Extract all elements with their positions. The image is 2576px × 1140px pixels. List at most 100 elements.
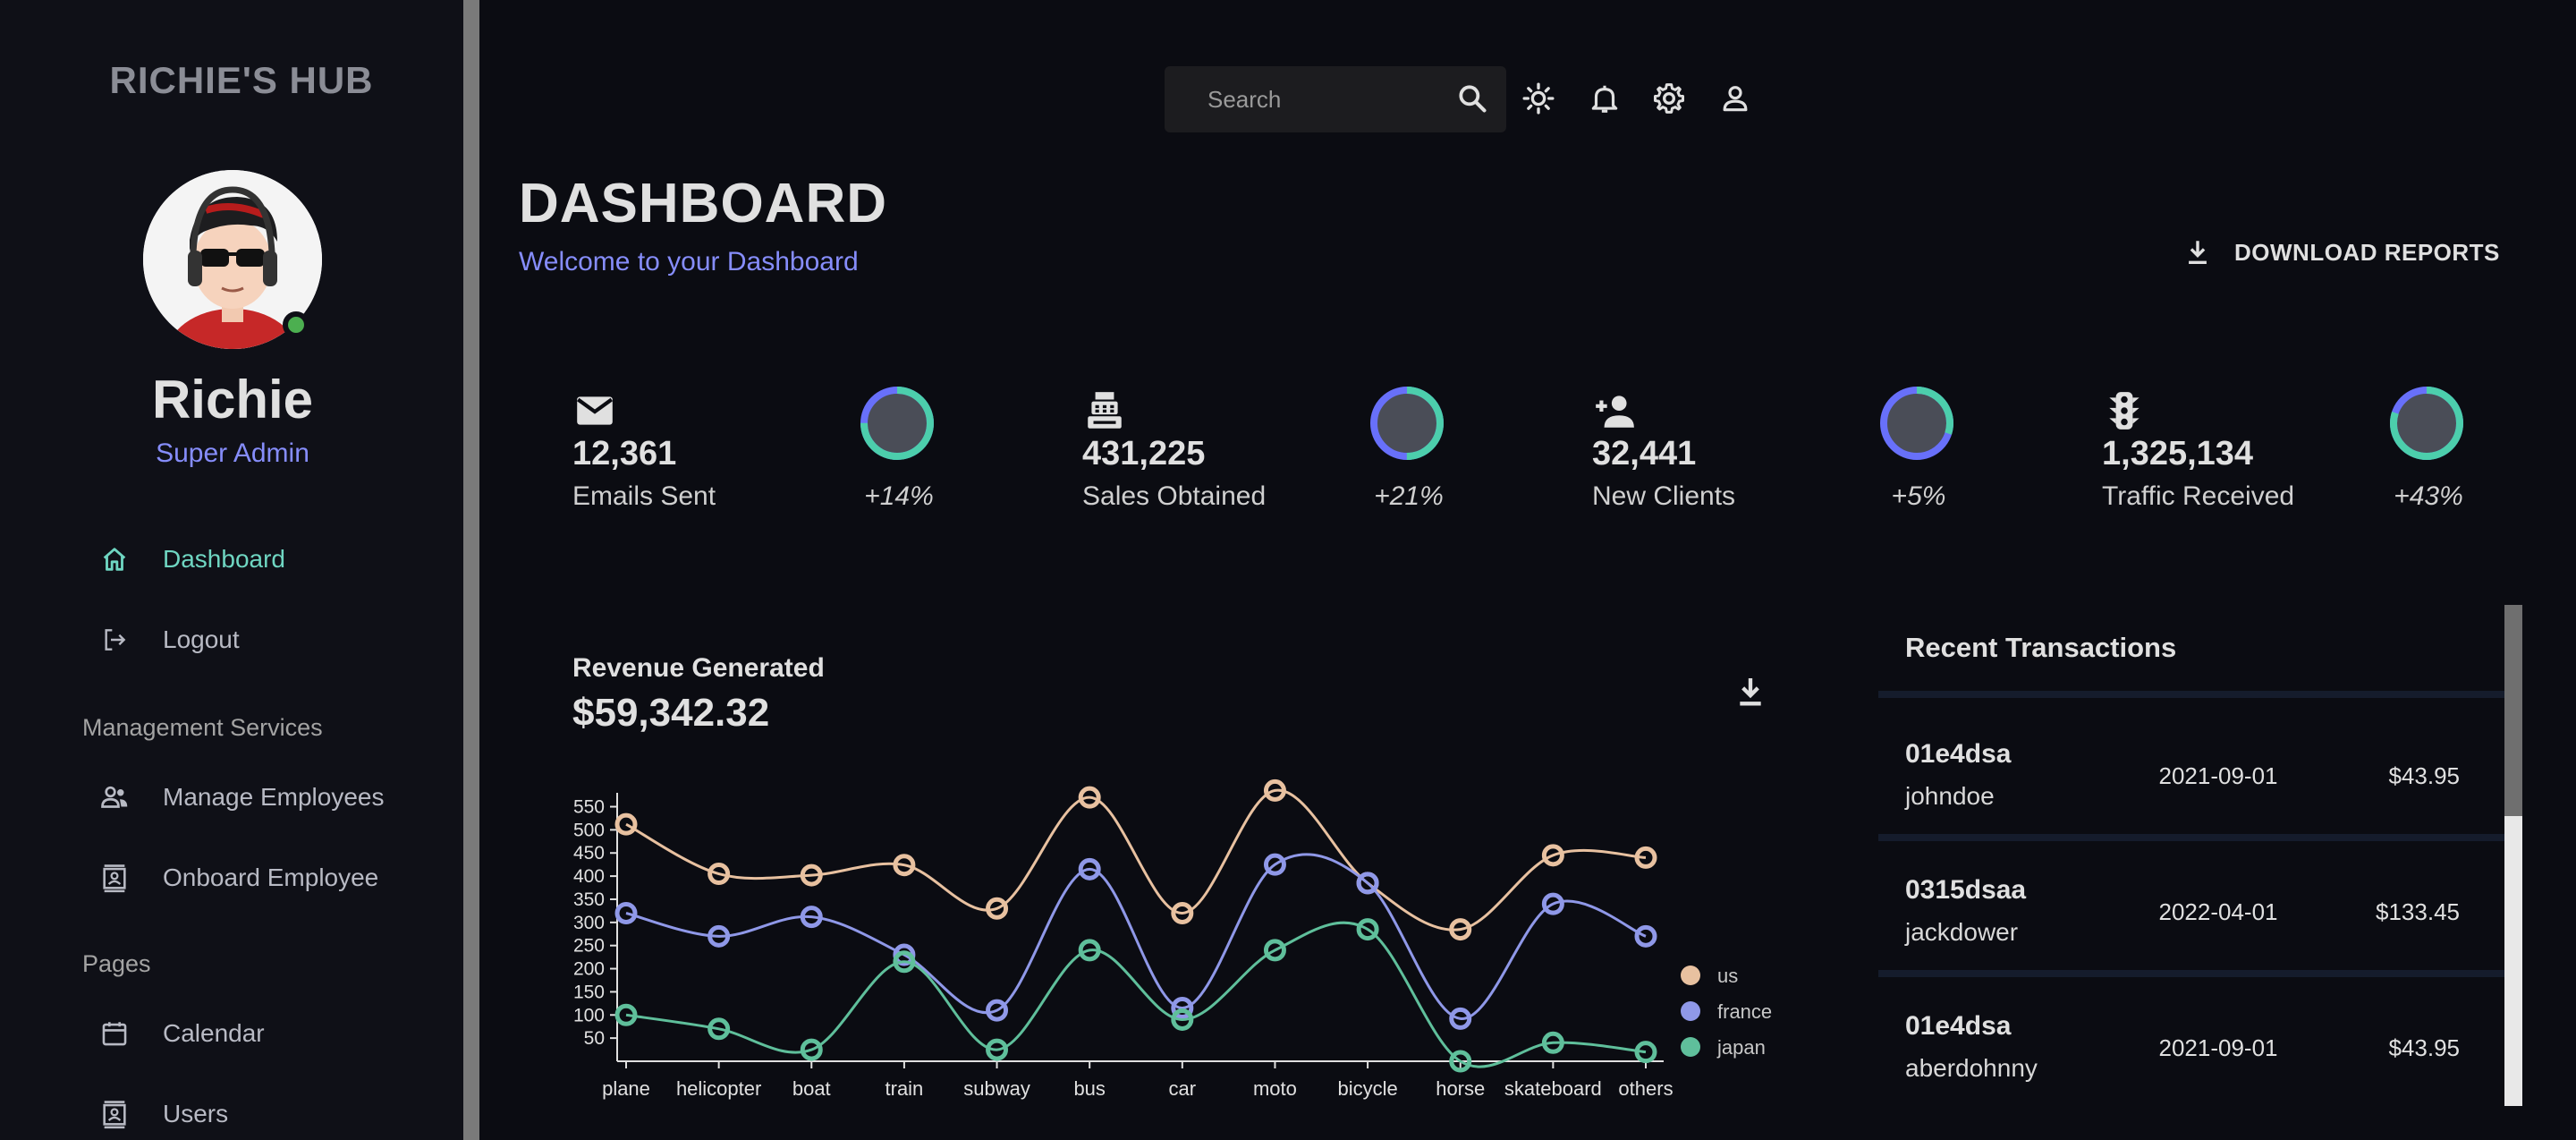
y-tick-label: 100: [573, 1005, 605, 1025]
transaction-row: 01e4dsa aberdohnny 2021-09-01 $43.95: [1878, 977, 2504, 1106]
stat-label: Sales Obtained: [1082, 481, 1267, 511]
sidebar-item-label: Onboard Employee: [163, 864, 379, 891]
x-tick-label: others: [1618, 1077, 1673, 1100]
stat-value: 1,325,134: [2102, 435, 2254, 472]
sidebar-item-label: Users: [163, 1100, 229, 1127]
download-icon: [1733, 674, 1768, 714]
stat-increase: +14%: [864, 481, 934, 511]
x-tick-label: train: [886, 1077, 924, 1100]
download-reports-button[interactable]: DOWNLOAD REPORTS: [2182, 231, 2500, 274]
legend-swatch-france: [1681, 1001, 1700, 1021]
search-icon[interactable]: [1451, 77, 1494, 120]
stat-label: New Clients: [1592, 481, 1736, 511]
email-icon: [572, 388, 617, 433]
x-tick-label: horse: [1436, 1077, 1485, 1100]
revenue-title: Revenue Generated: [572, 653, 825, 683]
sidebar-item-dashboard[interactable]: Dashboard: [97, 537, 285, 582]
download-chart-button[interactable]: [1728, 671, 1773, 716]
series-line-japan: [625, 921, 1647, 1068]
page-subtitle: Welcome to your Dashboard: [519, 247, 859, 276]
sidebar-item-label: Logout: [163, 625, 240, 653]
y-tick-label: 50: [584, 1028, 605, 1049]
section-management-services: Management Services: [82, 714, 323, 741]
x-tick-label: boat: [792, 1077, 831, 1100]
transaction-date: 2021-09-01: [2158, 762, 2278, 789]
sidebar-item-label: Dashboard: [163, 545, 285, 573]
y-tick-label: 500: [573, 820, 605, 840]
point-of-sale-icon: [1082, 388, 1127, 433]
search-input[interactable]: [1208, 85, 1431, 114]
legend-swatch-us: [1681, 966, 1700, 985]
traffic-icon: [2102, 388, 2147, 433]
y-tick-label: 300: [573, 913, 605, 933]
sidebar-item-onboard-employee[interactable]: Onboard Employee: [97, 855, 378, 900]
transaction-date: 2021-09-01: [2158, 1034, 2278, 1061]
y-tick-label: 400: [573, 866, 605, 887]
transaction-cost: $43.95: [2388, 762, 2460, 789]
bell-icon[interactable]: [1583, 77, 1626, 120]
stat-emails-sent: 12,361 Emails Sent +14%: [572, 385, 948, 528]
scrollbar-thumb[interactable]: [2504, 605, 2522, 816]
legend-label-us: us: [1717, 965, 1738, 987]
sidebar-item-label: Manage Employees: [163, 783, 385, 811]
home-icon: [97, 541, 132, 577]
series-line-us: [625, 788, 1647, 932]
stat-increase: +43%: [2394, 481, 2463, 511]
legend-swatch-japan: [1681, 1037, 1700, 1057]
person-icon[interactable]: [1714, 77, 1757, 120]
sidebar-item-users[interactable]: Users: [97, 1092, 228, 1136]
stat-increase: +21%: [1374, 481, 1444, 511]
transaction-user: johndoe: [1905, 782, 1995, 810]
gear-icon[interactable]: [1648, 77, 1690, 120]
transaction-row: 01e4dsa johndoe 2021-09-01 $43.95: [1878, 705, 2504, 841]
stat-value: 32,441: [1592, 435, 1697, 472]
x-tick-label: plane: [602, 1077, 650, 1100]
sidebar-item-logout[interactable]: Logout: [97, 617, 240, 662]
y-tick-label: 350: [573, 889, 605, 910]
transaction-date: 2022-04-01: [2158, 898, 2278, 925]
transaction-id: 01e4dsa: [1905, 739, 2012, 769]
transaction-user: aberdohnny: [1905, 1054, 2038, 1082]
sidebar-item-manage-employees[interactable]: Manage Employees: [97, 775, 384, 820]
y-tick-label: 550: [573, 797, 605, 818]
x-tick-label: bus: [1073, 1077, 1105, 1100]
transaction-row: 0315dsaa jackdower 2022-04-01 $133.45: [1878, 841, 2504, 977]
x-tick-label: car: [1169, 1077, 1197, 1100]
brand-title: RICHIE'S HUB: [109, 59, 374, 101]
stat-traffic-received: 1,325,134 Traffic Received +43%: [2102, 385, 2478, 528]
transactions-scrollbar[interactable]: [2504, 605, 2522, 1106]
y-tick-label: 200: [573, 959, 605, 980]
stat-progress-ring: [1370, 387, 1444, 460]
section-pages: Pages: [82, 950, 151, 977]
sidebar-item-calendar[interactable]: Calendar: [97, 1011, 265, 1056]
revenue-value: $59,342.32: [572, 691, 770, 735]
download-icon: [2182, 237, 2213, 268]
y-tick-label: 150: [573, 982, 605, 1002]
logout-icon: [97, 622, 132, 658]
sidebar-scrollbar[interactable]: [463, 0, 479, 1140]
user-name: Richie: [151, 370, 314, 430]
online-status-dot: [283, 311, 309, 338]
series-line-france: [625, 853, 1647, 1020]
x-tick-label: subway: [963, 1077, 1030, 1100]
sun-icon[interactable]: [1517, 77, 1560, 120]
stat-value: 12,361: [572, 435, 677, 472]
user-role: Super Admin: [156, 438, 309, 468]
revenue-line-chart: 50 100 150200250 300 350400450 500550 plane hel…: [573, 778, 1772, 1100]
stat-progress-ring: [1880, 387, 1953, 460]
download-reports-label: DOWNLOAD REPORTS: [2234, 238, 2500, 266]
contact-card-icon: [97, 1096, 132, 1132]
page-title: DASHBOARD: [519, 173, 887, 234]
x-tick-label: skateboard: [1504, 1077, 1602, 1100]
recent-transactions-panel: Recent Transactions 01e4dsa johndoe 2021…: [1878, 605, 2504, 1106]
transaction-id: 01e4dsa: [1905, 1011, 2012, 1041]
stat-sales-obtained: 431,225 Sales Obtained +21%: [1082, 385, 1458, 528]
legend-label-japan: japan: [1716, 1036, 1766, 1059]
person-add-icon: [1592, 388, 1637, 433]
stat-label: Traffic Received: [2102, 481, 2295, 511]
stat-progress-ring: [860, 387, 934, 460]
sidebar-item-label: Calendar: [163, 1019, 265, 1047]
stat-label: Emails Sent: [572, 481, 716, 511]
x-tick-label: helicopter: [676, 1077, 761, 1100]
x-tick-label: moto: [1253, 1077, 1297, 1100]
